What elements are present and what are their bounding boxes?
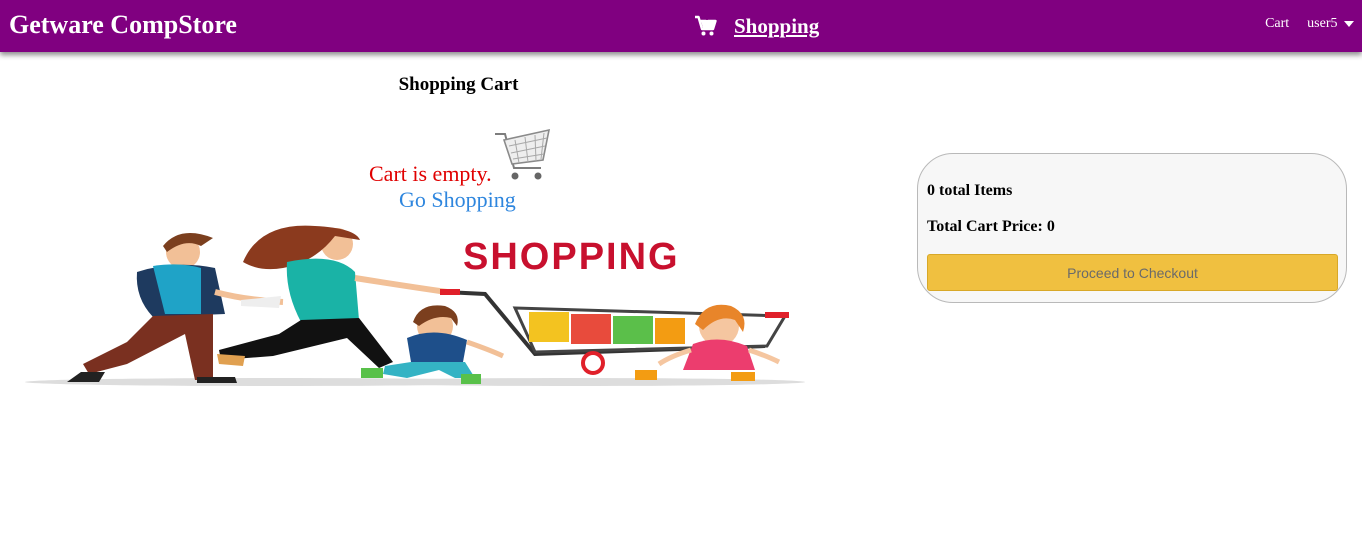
go-shopping-link[interactable]: Go Shopping [399,187,516,213]
caret-down-icon [1344,20,1354,27]
shopping-nav-label: Shopping [734,13,820,38]
page-title: Shopping Cart [398,74,519,95]
shopping-nav-link[interactable]: Shopping [694,10,819,42]
top-navbar: Getware CompStore Shopping Cart user5 [0,0,1362,52]
cart-icon [695,15,717,36]
shopping-trolley-icon [495,128,551,180]
cart-summary-panel: 0 total Items Total Cart Price: 0 Procee… [917,153,1347,303]
cart-link[interactable]: Cart [1265,16,1289,32]
total-price-label: Total Cart Price: 0 [927,218,1055,235]
proceed-to-checkout-button[interactable]: Proceed to Checkout [927,254,1338,291]
right-nav: Cart user5 [1265,16,1354,32]
shopping-family-illustration: SHOPPING [25,225,805,386]
user-menu[interactable]: user5 [1307,16,1354,32]
shopping-banner-text: SHOPPING [463,236,680,278]
brand-title[interactable]: Getware CompStore [9,9,237,41]
user-menu-label: user5 [1307,16,1338,31]
total-items-label: 0 total Items [927,182,1013,199]
cart-empty-message: Cart is empty. [369,161,492,186]
